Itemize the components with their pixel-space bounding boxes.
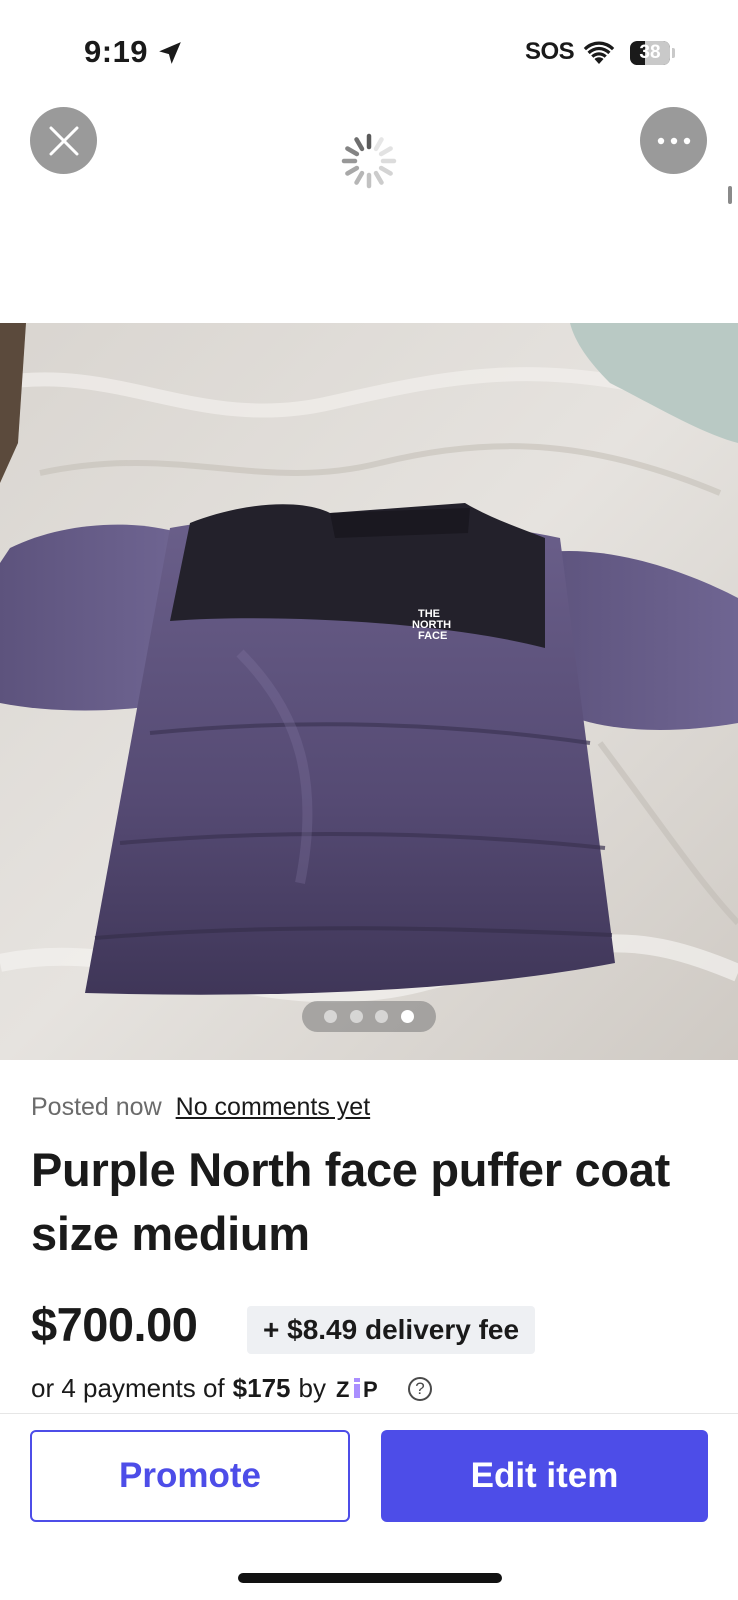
item-title: Purple North face puffer coat size mediu… bbox=[31, 1143, 670, 1260]
delivery-fee-badge: + $8.49 delivery fee bbox=[247, 1306, 536, 1354]
zip-logo-icon: Z P bbox=[336, 1377, 378, 1400]
more-horizontal-icon bbox=[657, 137, 690, 144]
loading-spinner-icon bbox=[341, 133, 397, 189]
close-button[interactable] bbox=[30, 107, 97, 174]
close-icon bbox=[49, 126, 78, 155]
more-options-button[interactable] bbox=[640, 107, 707, 174]
comments-link[interactable]: No comments yet bbox=[176, 1093, 371, 1121]
carousel-dot[interactable] bbox=[324, 1010, 338, 1023]
installments-amount: $175 bbox=[232, 1373, 291, 1403]
location-arrow-icon bbox=[159, 42, 181, 64]
scroll-indicator[interactable] bbox=[728, 186, 732, 204]
svg-text:Z: Z bbox=[336, 1378, 350, 1400]
sos-indicator: SOS bbox=[525, 38, 575, 65]
carousel-dot[interactable] bbox=[375, 1010, 389, 1023]
battery-cap bbox=[672, 48, 675, 58]
promote-button[interactable]: Promote bbox=[30, 1430, 350, 1522]
carousel-dot[interactable] bbox=[349, 1010, 363, 1023]
item-price: $700.00 bbox=[31, 1298, 198, 1351]
status-bar: 9:19 SOS 38 bbox=[0, 0, 738, 100]
posted-time: Posted now bbox=[31, 1093, 162, 1121]
status-time: 9:19 bbox=[84, 34, 149, 69]
wifi-icon bbox=[583, 41, 615, 64]
installments-by: by bbox=[298, 1373, 326, 1403]
carousel-dot[interactable] bbox=[400, 1010, 414, 1023]
help-icon[interactable]: ? bbox=[407, 1376, 432, 1401]
installments-info: or 4 payments of $175 by Z P ? bbox=[31, 1373, 432, 1404]
battery-icon: 38 bbox=[630, 41, 670, 65]
listing-meta: Posted now No comments yet bbox=[31, 1093, 370, 1122]
listing-screen: 9:19 SOS 38 THE NORTH FACE Posted now No… bbox=[0, 0, 738, 1600]
home-indicator[interactable] bbox=[238, 1573, 502, 1583]
carousel-dots[interactable] bbox=[302, 1001, 436, 1032]
product-photo[interactable]: THE NORTH FACE bbox=[0, 323, 738, 1060]
installments-prefix: or 4 payments of bbox=[31, 1373, 225, 1403]
divider bbox=[0, 1413, 738, 1414]
product-photo-image: THE NORTH FACE bbox=[0, 323, 738, 1060]
svg-text:P: P bbox=[363, 1378, 378, 1400]
battery-level: 38 bbox=[639, 42, 661, 63]
edit-item-button[interactable]: Edit item bbox=[381, 1430, 708, 1522]
svg-text:FACE: FACE bbox=[418, 630, 447, 642]
